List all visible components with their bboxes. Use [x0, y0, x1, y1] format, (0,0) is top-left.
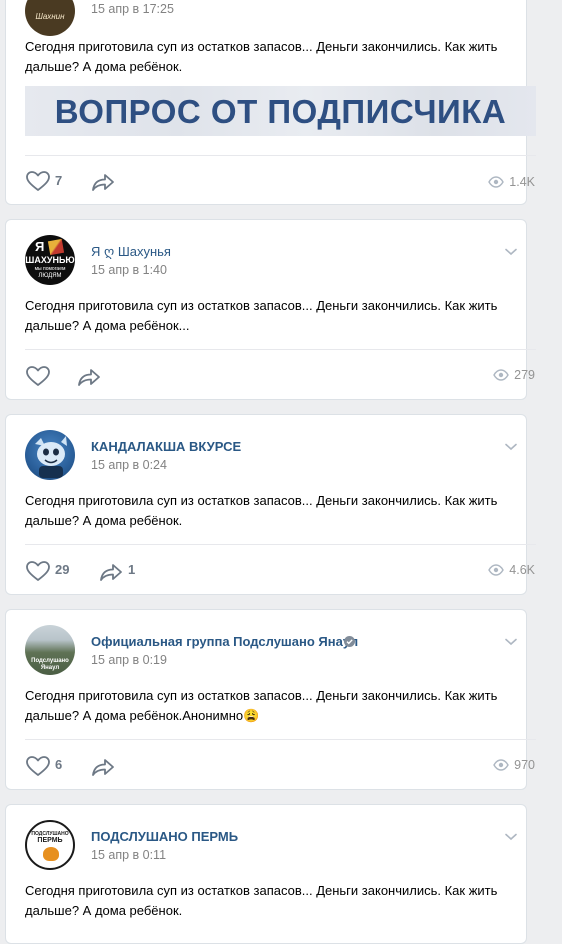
- share-arrow-icon[interactable]: [98, 561, 124, 583]
- avatar-flag-icon: [47, 238, 65, 256]
- post-author[interactable]: Официальная группа Подслушано Янаул: [91, 634, 358, 649]
- post-text: Сегодня приготовила суп из остатков запа…: [25, 883, 498, 918]
- divider: [25, 155, 536, 156]
- views: 1.4K: [475, 175, 535, 189]
- divider: [25, 544, 536, 545]
- post-card: ПОДСЛУШАНО ПЕРМЬ ПОДСЛУШАНО ПЕРМЬ 15 апр…: [5, 804, 527, 944]
- like-count[interactable]: 7: [55, 173, 62, 188]
- post-date[interactable]: 15 апр в 0:19: [91, 653, 167, 667]
- eye-icon: [493, 369, 509, 381]
- eye-icon: [488, 176, 505, 188]
- post-date[interactable]: 15 апр в 17:25: [91, 2, 174, 16]
- avatar-label-line3: мы помогаем: [34, 266, 66, 272]
- post-text: Сегодня приготовила суп из остатков запа…: [25, 298, 498, 333]
- post-card: Я ШАХУНЬЮ мы помогаем ЛЮДЯМ Я ღ Шахунья …: [5, 219, 536, 400]
- post-card: Подслушано Янаул Официальная группа Подс…: [5, 609, 536, 790]
- post-image-banner[interactable]: ВОПРОС ОТ ПОДПИСЧИКА: [25, 86, 536, 136]
- chevron-down-icon[interactable]: [504, 637, 518, 647]
- post-author[interactable]: Я ღ Шахунья: [91, 244, 171, 260]
- views: 279: [475, 368, 535, 382]
- heart-icon[interactable]: [25, 170, 51, 192]
- post-text: Сегодня приготовила суп из остатков запа…: [25, 688, 498, 723]
- eye-icon: [488, 564, 505, 576]
- post-date[interactable]: 15 апр в 1:40: [91, 263, 167, 277]
- views: 4.6K: [475, 563, 535, 577]
- heart-icon[interactable]: [25, 755, 51, 777]
- views-count: 970: [514, 758, 535, 772]
- views-count: 279: [514, 368, 535, 382]
- share-arrow-icon[interactable]: [90, 171, 116, 193]
- like-count[interactable]: 29: [55, 562, 69, 577]
- verified-icon: [344, 636, 355, 647]
- avatar[interactable]: Подслушано Янаул: [25, 625, 75, 675]
- divider: [25, 349, 536, 350]
- cat-mascot-icon: [35, 436, 67, 478]
- avatar[interactable]: Я ШАХУНЬЮ мы помогаем ЛЮДЯМ: [25, 235, 75, 285]
- avatar-label-line1: Подслушано: [31, 658, 69, 664]
- heart-icon[interactable]: [25, 560, 51, 582]
- banner-text: ВОПРОС ОТ ПОДПИСЧИКА: [54, 93, 507, 130]
- views-count: 4.6K: [509, 563, 535, 577]
- avatar[interactable]: Шахнин: [25, 0, 75, 36]
- post-author[interactable]: ПОДСЛУШАНО ПЕРМЬ: [91, 829, 238, 844]
- post-date[interactable]: 15 апр в 0:11: [91, 848, 166, 862]
- views: 970: [475, 758, 535, 772]
- like-count[interactable]: 6: [55, 757, 62, 772]
- post-text: Сегодня приготовила суп из остатков запа…: [25, 39, 498, 74]
- chevron-down-icon[interactable]: [504, 442, 518, 452]
- share-arrow-icon[interactable]: [90, 756, 116, 778]
- divider: [25, 739, 536, 740]
- post-text: Сегодня приготовила суп из остатков запа…: [25, 493, 498, 528]
- share-arrow-icon[interactable]: [76, 366, 102, 388]
- eye-icon: [493, 759, 509, 771]
- post-author[interactable]: КАНДАЛАКША ВКУРСЕ: [91, 439, 241, 454]
- heart-icon[interactable]: [25, 365, 51, 387]
- post-date[interactable]: 15 апр в 0:24: [91, 458, 167, 472]
- avatar[interactable]: ПОДСЛУШАНО ПЕРМЬ: [25, 820, 75, 870]
- avatar-label-line2: ШАХУНЬЮ: [25, 255, 75, 265]
- views-count: 1.4K: [509, 175, 535, 189]
- avatar-label-line1: Я: [35, 239, 45, 254]
- avatar-label: Шахнин: [35, 12, 65, 21]
- post-card: КАНДАЛАКША ВКУРСЕ 15 апр в 0:24 Сегодня …: [5, 414, 536, 595]
- post-card: Шахнин 15 апр в 17:25 Сегодня приготовил…: [5, 0, 536, 205]
- chevron-down-icon[interactable]: [504, 832, 518, 842]
- share-count[interactable]: 1: [128, 562, 135, 577]
- avatar[interactable]: [25, 430, 75, 480]
- avatar-label-line4: ЛЮДЯМ: [38, 273, 62, 279]
- chevron-down-icon[interactable]: [504, 247, 518, 257]
- avatar-bear-icon: [43, 847, 59, 861]
- avatar-label-line2: Янаул: [40, 665, 60, 671]
- avatar-label-line2: ПЕРМЬ: [37, 837, 63, 844]
